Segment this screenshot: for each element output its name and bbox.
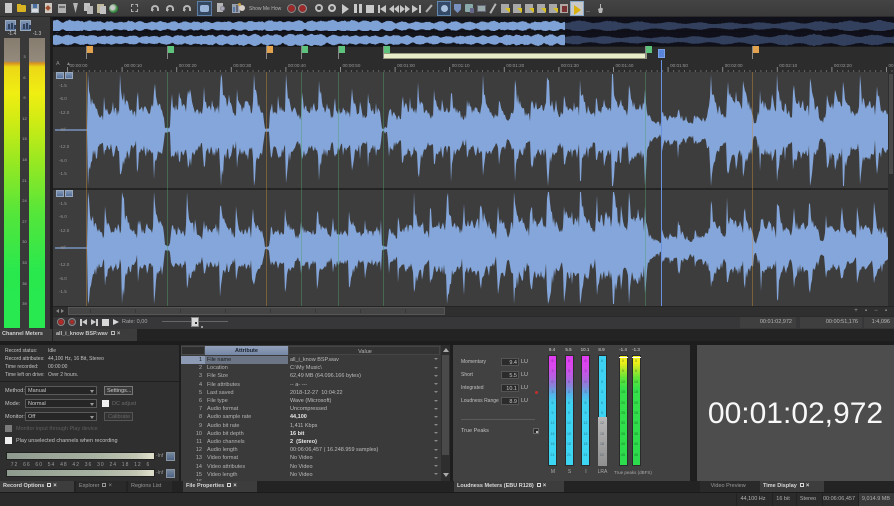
svg-text:00:01:10: 00:01:10	[452, 63, 470, 68]
svg-text:00:00:50: 00:00:50	[343, 63, 361, 68]
svg-text:00:02:00: 00:02:00	[725, 63, 743, 68]
svg-text:00:01:00: 00:01:00	[397, 63, 415, 68]
svg-text:00:02:10: 00:02:10	[779, 63, 797, 68]
svg-text:00:01:30: 00:01:30	[561, 63, 579, 68]
svg-text:00:00:30: 00:00:30	[233, 63, 251, 68]
svg-text:00:01:20: 00:01:20	[506, 63, 524, 68]
svg-text:00:00:40: 00:00:40	[288, 63, 306, 68]
svg-text:00:00:00: 00:00:00	[70, 63, 88, 68]
svg-text:00:00:10: 00:00:10	[124, 63, 142, 68]
svg-text:00:02:20: 00:02:20	[834, 63, 852, 68]
svg-text:00:01:50: 00:01:50	[670, 63, 688, 68]
svg-text:00:00:20: 00:00:20	[179, 63, 197, 68]
svg-text:00:01:40: 00:01:40	[616, 63, 634, 68]
svg-text:00:02:30: 00:02:30	[889, 63, 894, 68]
